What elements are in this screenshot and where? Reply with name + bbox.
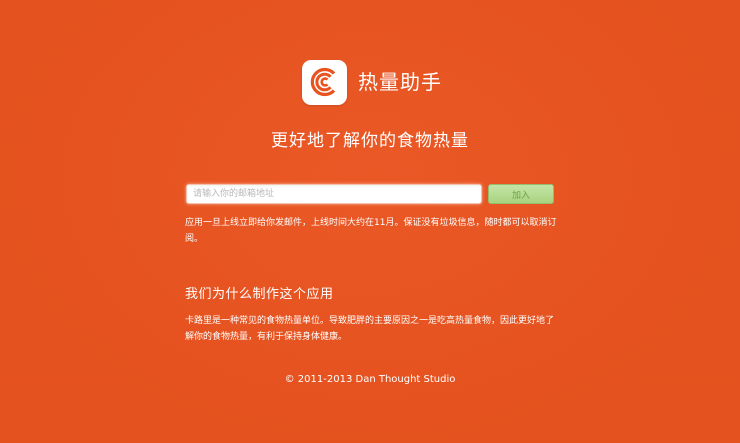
app-logo xyxy=(302,59,347,105)
footer-copyright: © 2011-2013 Dan Thought Studio xyxy=(284,374,456,385)
signup-notice: 应用一旦上线立即给你发邮件，上线时间大约在11月。保证没有垃圾信息，随时都可以取… xyxy=(185,218,557,244)
landing-page: 热量助手 更好地了解你的食物热量 加入 应用一旦上线立即给你发邮件，上线时间大约… xyxy=(0,0,740,443)
email-input[interactable] xyxy=(186,184,482,204)
brand-header: 热量助手 xyxy=(302,59,442,105)
about-body: 卡路里是一种常见的食物热量单位。导致肥胖的主要原因之一是吃高热量食物，因此更好地… xyxy=(185,316,555,342)
app-name: 热量助手 xyxy=(358,70,442,94)
calorie-c-logo-icon xyxy=(310,67,335,97)
signup-form: 加入 xyxy=(186,183,554,205)
join-button[interactable]: 加入 xyxy=(488,184,554,204)
page-tagline: 更好地了解你的食物热量 xyxy=(271,131,469,151)
about-heading: 我们为什么制作这个应用 xyxy=(185,287,334,302)
